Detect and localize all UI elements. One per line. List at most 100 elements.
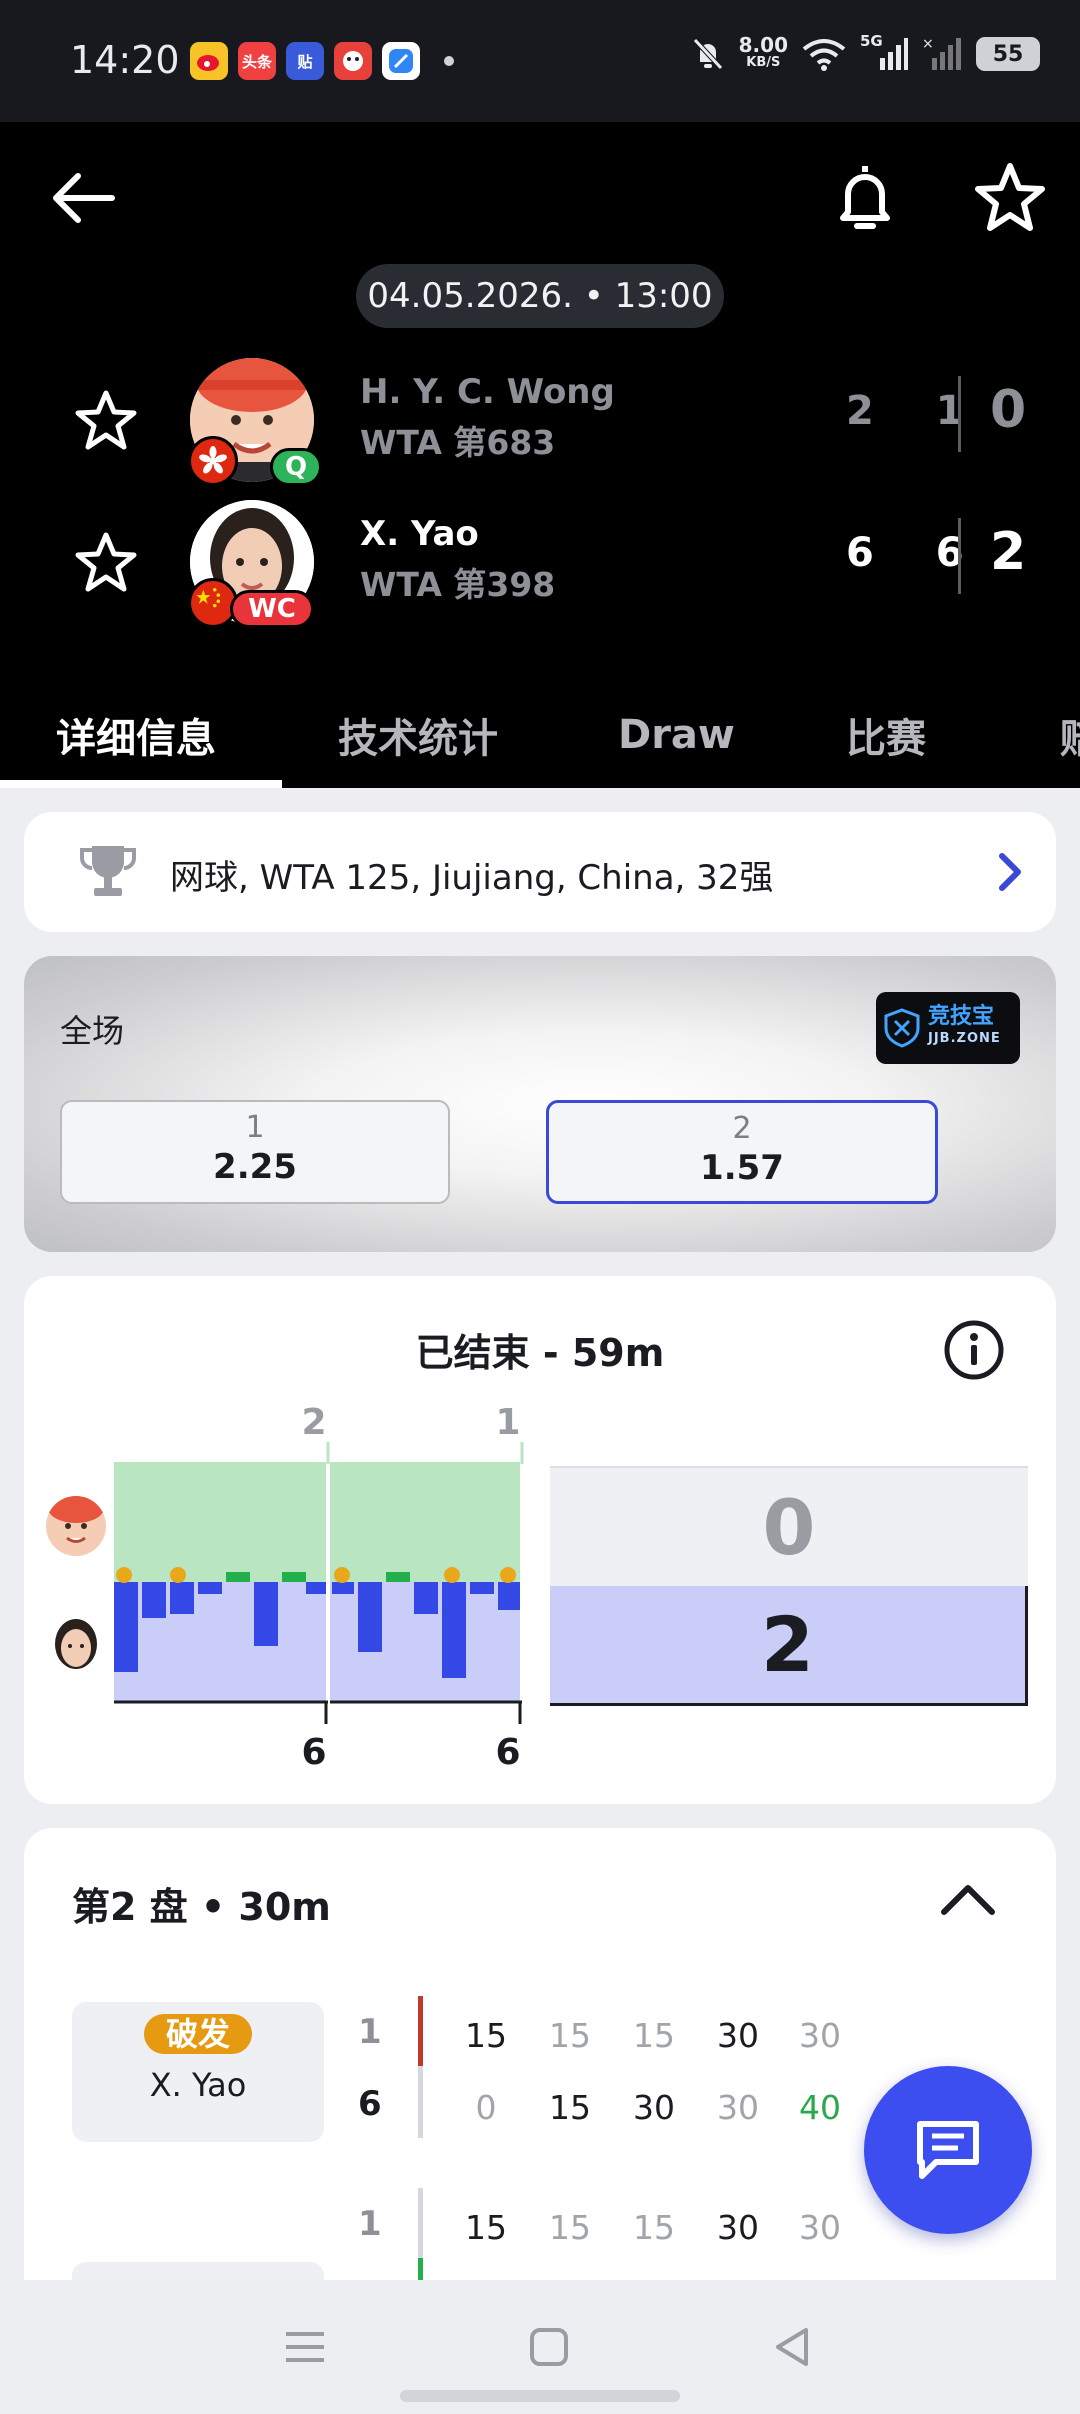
set-2-player-1-area bbox=[330, 1462, 520, 1582]
game-bar bbox=[386, 1572, 410, 1582]
odds-card: 全场 竞技宝 JJB.ZONE 1 2.25 2 1.57 bbox=[24, 956, 1056, 1252]
player-row-2[interactable]: WC X. Yao WTA 第398 6 6 2 bbox=[0, 496, 1080, 628]
menu-icon[interactable] bbox=[280, 2322, 330, 2372]
player-1-avatar: Q bbox=[188, 358, 322, 486]
player-1-sets-won: 0 bbox=[990, 380, 1027, 440]
bell-icon[interactable] bbox=[830, 160, 900, 236]
point-score: 15 bbox=[633, 2208, 675, 2247]
break-badge: 破发 bbox=[143, 2014, 252, 2054]
sets-score-box: 0 2 bbox=[550, 1466, 1028, 1706]
qualifier-badge: Q bbox=[270, 448, 322, 486]
score-divider bbox=[958, 518, 961, 594]
player-1-favorite-star-icon[interactable] bbox=[74, 388, 138, 452]
player-1-set-scores: 2 1 bbox=[846, 388, 988, 434]
odds-option-label: 2 bbox=[732, 1111, 752, 1146]
player-2-name[interactable]: X. Yao bbox=[360, 514, 479, 554]
player-2-sets-won: 2 bbox=[990, 522, 1027, 582]
chat-button[interactable] bbox=[864, 2066, 1032, 2234]
signal-5g-icon: 5G bbox=[860, 32, 908, 72]
player-2-mini-avatar bbox=[46, 1616, 106, 1676]
toutiao-icon: 头条 bbox=[238, 42, 276, 80]
point-score: 15 bbox=[549, 2016, 591, 2055]
active-tab-indicator bbox=[0, 780, 282, 788]
tournament-link[interactable]: 网球, WTA 125, Jiujiang, China, 32强 bbox=[24, 812, 1056, 932]
trophy-icon bbox=[80, 846, 136, 896]
point-score: 30 bbox=[717, 2088, 759, 2127]
player-2-rank: WTA 第398 bbox=[360, 565, 556, 604]
tab-bar: 详细信息 技术统计 Draw 比赛 赔 bbox=[0, 682, 1080, 788]
game-bar bbox=[332, 1582, 354, 1594]
point-score: 15 bbox=[549, 2088, 591, 2127]
odds-market-title: 全场 bbox=[60, 1012, 125, 1050]
weibo-icon bbox=[190, 42, 228, 80]
favorite-star-icon[interactable] bbox=[972, 160, 1048, 236]
game-icon bbox=[334, 42, 372, 80]
home-icon[interactable] bbox=[524, 2322, 574, 2372]
point-score: 15 bbox=[633, 2016, 675, 2055]
tab-draw[interactable]: Draw bbox=[618, 682, 735, 788]
odds-option-player-1[interactable]: 1 2.25 bbox=[60, 1100, 450, 1204]
game-summary-box bbox=[72, 2262, 324, 2280]
games-score: 1 bbox=[358, 2012, 382, 2052]
set-title: 第2 盘 • 30m bbox=[72, 1885, 331, 1929]
hong-kong-flag bbox=[188, 436, 238, 486]
game-bar bbox=[226, 1572, 250, 1582]
game-bar bbox=[442, 1582, 466, 1678]
player-1-name[interactable]: H. Y. C. Wong bbox=[360, 372, 615, 412]
player-2-sets-total: 2 bbox=[550, 1586, 1028, 1706]
player-2-favorite-star-icon[interactable] bbox=[74, 530, 138, 594]
point-score: 15 bbox=[465, 2208, 507, 2247]
server-indicator-bar bbox=[418, 2258, 423, 2280]
info-icon[interactable] bbox=[942, 1318, 1006, 1382]
set-2-player-2-games: 6 bbox=[495, 1732, 520, 1773]
point-score: 30 bbox=[633, 2088, 675, 2127]
tab-matches[interactable]: 比赛 bbox=[846, 682, 926, 788]
odds-option-player-2[interactable]: 2 1.57 bbox=[546, 1100, 938, 1204]
point-score: 0 bbox=[475, 2088, 497, 2127]
player-row-1[interactable]: Q H. Y. C. Wong WTA 第683 2 1 0 bbox=[0, 354, 1080, 486]
player-1-rank: WTA 第683 bbox=[360, 423, 556, 462]
shield-x-icon bbox=[884, 1008, 920, 1048]
chat-icon bbox=[917, 2121, 979, 2179]
score-divider bbox=[958, 376, 961, 452]
game-bar bbox=[114, 1582, 138, 1672]
break-marker bbox=[116, 1567, 132, 1583]
game-summary-box: 破发 X. Yao bbox=[72, 2002, 324, 2142]
game-bar bbox=[498, 1582, 520, 1610]
set-2-player-1-games: 1 bbox=[495, 1402, 520, 1443]
point-score: 15 bbox=[549, 2208, 591, 2247]
more-notifications-dot bbox=[444, 56, 454, 66]
player-2-set-scores: 6 6 bbox=[846, 530, 988, 576]
odds-option-value: 1.57 bbox=[700, 1148, 784, 1188]
bookmaker-logo[interactable]: 竞技宝 JJB.ZONE bbox=[876, 992, 1020, 1064]
tab-statistics[interactable]: 技术统计 bbox=[338, 682, 498, 788]
set-1-player-2-games: 6 bbox=[301, 1732, 326, 1773]
back-triangle-icon[interactable] bbox=[768, 2322, 818, 2372]
mute-icon bbox=[692, 38, 723, 70]
wifi-icon bbox=[802, 39, 846, 71]
chevron-up-icon[interactable] bbox=[938, 1878, 998, 1918]
match-status-title: 已结束 - 59m bbox=[415, 1331, 665, 1375]
set-1-player-1-area bbox=[114, 1462, 326, 1582]
point-score: 30 bbox=[717, 2208, 759, 2247]
clock: 14:20 bbox=[70, 38, 180, 82]
game-bar bbox=[254, 1582, 278, 1646]
game-server-name: X. Yao bbox=[149, 2066, 247, 2104]
chevron-right-icon[interactable] bbox=[990, 850, 1030, 894]
tab-details[interactable]: 详细信息 bbox=[56, 682, 216, 788]
player-2-avatar: WC bbox=[188, 500, 314, 628]
point-score: 30 bbox=[799, 2016, 841, 2055]
game-divider-bar bbox=[418, 2066, 423, 2138]
odds-option-value: 2.25 bbox=[213, 1147, 297, 1187]
game-bar bbox=[470, 1582, 494, 1594]
break-marker bbox=[170, 1567, 186, 1583]
svg-text:×: × bbox=[922, 36, 934, 52]
browser-icon bbox=[382, 42, 420, 80]
status-bar: 14:20 头条 贴 8.00 KB/S 5G × 55 bbox=[0, 0, 1080, 122]
game-bar bbox=[282, 1572, 306, 1582]
tab-odds[interactable]: 赔 bbox=[1060, 682, 1080, 788]
point-score: 30 bbox=[717, 2016, 759, 2055]
back-arrow-icon[interactable] bbox=[48, 162, 120, 234]
player-1-mini-avatar bbox=[46, 1496, 106, 1556]
battery-indicator: 55 bbox=[976, 37, 1040, 71]
